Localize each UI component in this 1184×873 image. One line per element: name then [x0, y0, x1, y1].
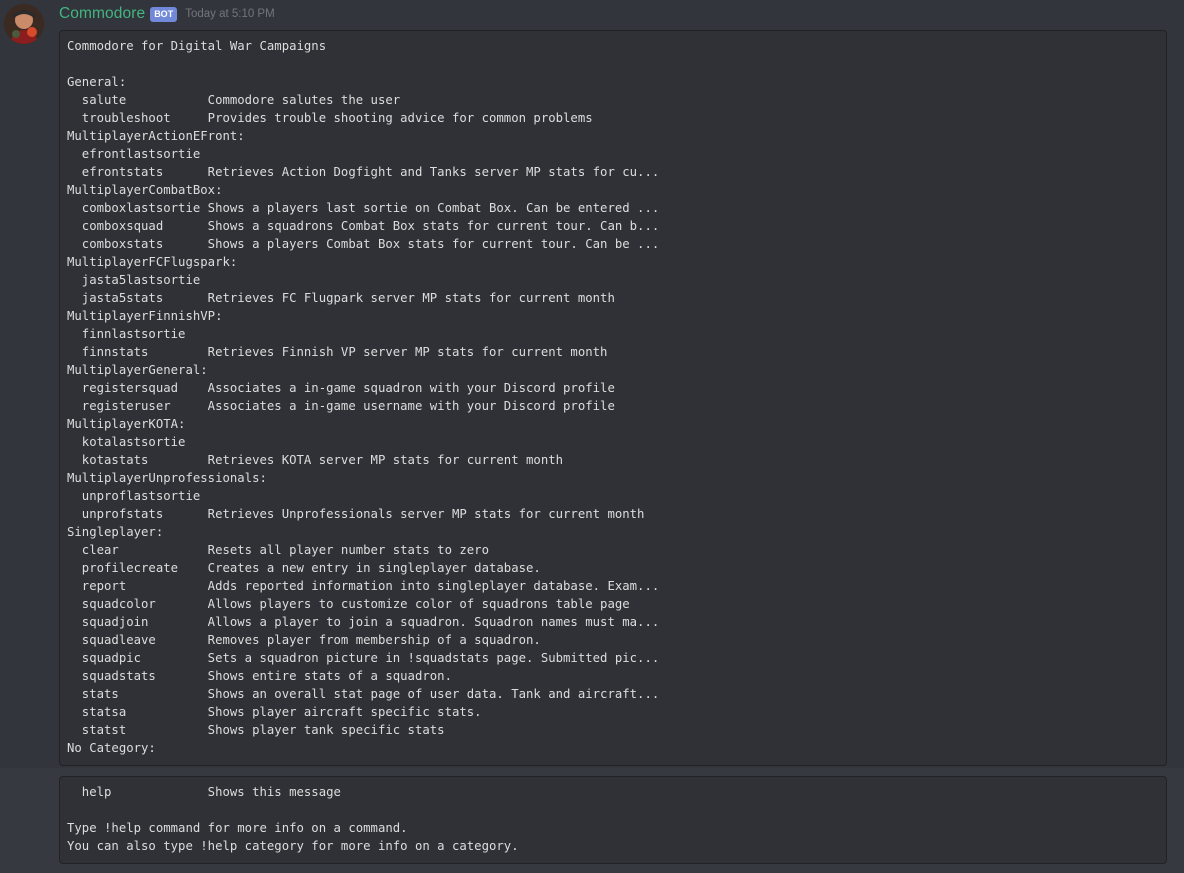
code-line: comboxstats Shows a players Combat Box s…: [67, 237, 660, 251]
code-line: MultiplayerKOTA:: [67, 417, 186, 431]
code-line: MultiplayerCombatBox:: [67, 183, 223, 197]
help-footer-codeblock: help Shows this message Type !help comman…: [59, 776, 1167, 864]
code-line: registersquad Associates a in-game squad…: [67, 381, 615, 395]
code-line: MultiplayerUnprofessionals:: [67, 471, 267, 485]
code-line: MultiplayerFinnishVP:: [67, 309, 223, 323]
bot-tag: BOT: [150, 6, 178, 22]
code-line: squadpic Sets a squadron picture in !squ…: [67, 651, 660, 665]
code-line: clear Resets all player number stats to …: [67, 543, 489, 557]
code-line: MultiplayerFCFlugspark:: [67, 255, 238, 269]
code-line: jasta5stats Retrieves FC Flugpark server…: [67, 291, 615, 305]
code-line: registeruser Associates a in-game userna…: [67, 399, 615, 413]
code-line: General:: [67, 75, 127, 89]
message-header: Commodore BOT Today at 5:10 PM: [59, 4, 275, 24]
code-line: Commodore for Digital War Campaigns: [67, 39, 327, 53]
code-line: Type !help command for more info on a co…: [67, 821, 408, 835]
code-line: troubleshoot Provides trouble shooting a…: [67, 111, 593, 125]
code-line: kotastats Retrieves KOTA server MP stats…: [67, 453, 564, 467]
code-line: finnlastsortie: [67, 327, 186, 341]
code-line: report Adds reported information into si…: [67, 579, 660, 593]
code-line: stats Shows an overall stat page of user…: [67, 687, 660, 701]
code-line: statst Shows player tank specific stats: [67, 723, 445, 737]
username[interactable]: Commodore: [59, 5, 145, 23]
code-line: MultiplayerActionEFront:: [67, 129, 245, 143]
code-line: squadleave Removes player from membershi…: [67, 633, 541, 647]
code-line: kotalastsortie: [67, 435, 186, 449]
code-line: unprofstats Retrieves Unprofessionals se…: [67, 507, 645, 521]
code-line: salute Commodore salutes the user: [67, 93, 401, 107]
code-line: efrontlastsortie: [67, 147, 201, 161]
avatar-icon[interactable]: [4, 4, 44, 44]
code-line: comboxsquad Shows a squadrons Combat Box…: [67, 219, 660, 233]
code-line: jasta5lastsortie: [67, 273, 201, 287]
timestamp: Today at 5:10 PM: [185, 8, 275, 20]
code-line: No Category:: [67, 741, 156, 755]
code-line: profilecreate Creates a new entry in sin…: [67, 561, 541, 575]
code-line: squadstats Shows entire stats of a squad…: [67, 669, 452, 683]
code-line: MultiplayerGeneral:: [67, 363, 208, 377]
code-line: statsa Shows player aircraft specific st…: [67, 705, 482, 719]
code-line: efrontstats Retrieves Action Dogfight an…: [67, 165, 660, 179]
code-line: Singleplayer:: [67, 525, 164, 539]
code-line: squadjoin Allows a player to join a squa…: [67, 615, 660, 629]
code-line: help Shows this message: [67, 785, 341, 799]
code-line: comboxlastsortie Shows a players last so…: [67, 201, 660, 215]
help-codeblock: Commodore for Digital War Campaigns Gener…: [59, 30, 1167, 766]
code-line: unproflastsortie: [67, 489, 201, 503]
code-line: finnstats Retrieves Finnish VP server MP…: [67, 345, 608, 359]
code-line: You can also type !help category for mor…: [67, 839, 519, 853]
code-line: squadcolor Allows players to customize c…: [67, 597, 630, 611]
